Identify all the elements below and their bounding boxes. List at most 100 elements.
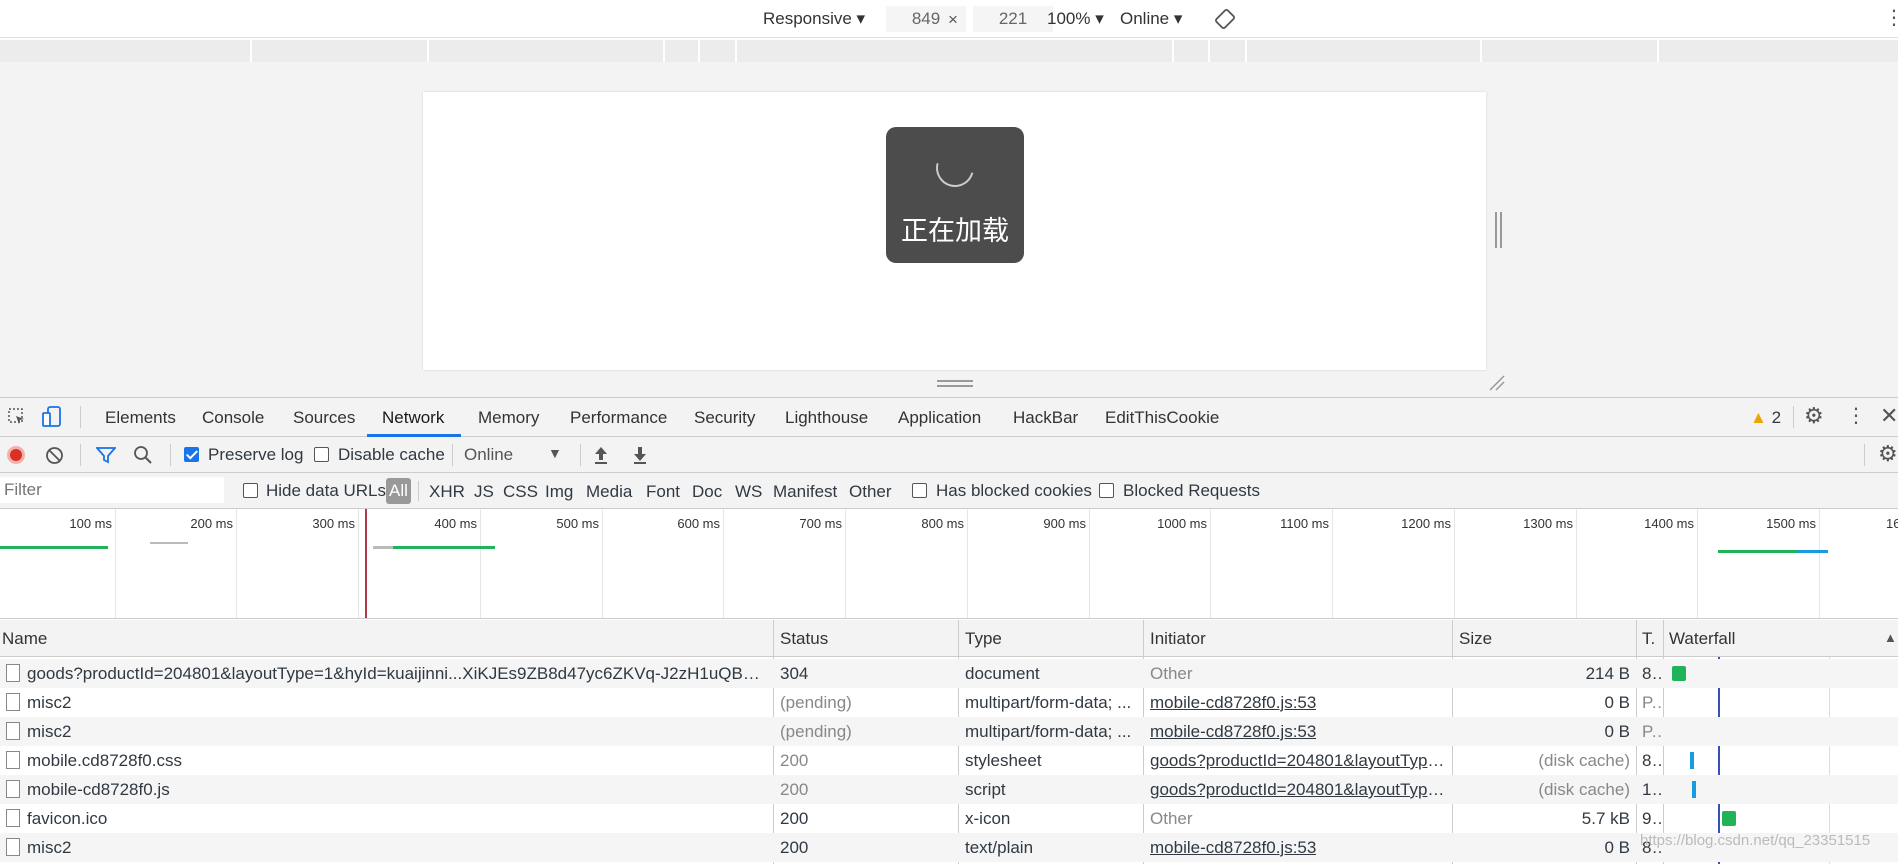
tab-hackbar[interactable]: HackBar <box>1013 408 1078 428</box>
filter-icon[interactable] <box>95 446 117 469</box>
filter-type-img[interactable]: Img <box>545 482 573 502</box>
table-row[interactable]: favicon.ico 200 x-icon Other 5.7 kB 9... <box>0 804 1898 833</box>
tab-editthiscookie[interactable]: EditThisCookie <box>1105 408 1219 428</box>
throttle-select[interactable]: Online ▾ <box>1120 9 1182 29</box>
disable-cache-checkbox[interactable] <box>314 447 329 462</box>
disable-cache-label: Disable cache <box>338 445 445 464</box>
tab-lighthouse[interactable]: Lighthouse <box>785 408 868 428</box>
tab-network[interactable]: Network <box>382 408 444 428</box>
media-query-segment[interactable] <box>735 40 737 62</box>
resize-corner-handle[interactable] <box>1488 374 1506 392</box>
column-header-type[interactable]: Type <box>965 629 1002 649</box>
gridline <box>845 509 846 618</box>
height-input[interactable]: 221 <box>973 6 1053 32</box>
filter-type-doc[interactable]: Doc <box>692 482 722 502</box>
request-initiator-link[interactable]: goods?productId=204801&layoutType... <box>1150 780 1446 800</box>
clear-icon[interactable] <box>45 446 64 470</box>
preserve-log-checkbox[interactable] <box>184 447 199 462</box>
export-har-icon[interactable] <box>631 445 649 470</box>
media-query-segment[interactable] <box>1657 40 1659 62</box>
filter-type-js[interactable]: JS <box>474 482 494 502</box>
hide-data-urls-checkbox[interactable] <box>243 483 258 498</box>
network-overview-timeline[interactable]: 100 ms 200 ms 300 ms 400 ms 500 ms 600 m… <box>0 509 1898 619</box>
gridline <box>723 509 724 618</box>
tab-application[interactable]: Application <box>898 408 981 428</box>
stylesheet-file-icon <box>6 751 20 769</box>
table-row[interactable]: misc2 200 text/plain mobile-cd8728f0.js:… <box>0 833 1898 862</box>
media-query-segment[interactable] <box>698 40 700 62</box>
filter-type-css[interactable]: CSS <box>503 482 538 502</box>
media-query-bar[interactable] <box>0 40 1898 62</box>
resize-height-handle[interactable] <box>937 380 973 387</box>
media-query-segment[interactable] <box>250 40 252 62</box>
tab-console[interactable]: Console <box>202 408 264 428</box>
column-header-initiator[interactable]: Initiator <box>1150 629 1206 649</box>
media-query-segment[interactable] <box>1480 40 1482 62</box>
column-header-name[interactable]: Name <box>2 629 47 649</box>
tick-label: 100 ms <box>69 516 112 531</box>
more-options-icon[interactable]: ⋮ <box>1884 8 1898 28</box>
document-file-icon <box>6 693 20 711</box>
column-header-waterfall[interactable]: Waterfall <box>1669 629 1735 649</box>
request-initiator-link[interactable]: mobile-cd8728f0.js:53 <box>1150 722 1316 742</box>
preserve-log-label: Preserve log <box>208 445 304 464</box>
request-initiator-link[interactable]: mobile-cd8728f0.js:53 <box>1150 693 1316 713</box>
filter-input[interactable] <box>0 477 224 503</box>
request-initiator-link[interactable]: mobile-cd8728f0.js:53 <box>1150 838 1316 858</box>
gridline <box>1089 509 1090 618</box>
media-query-segment[interactable] <box>663 40 665 62</box>
media-query-segment[interactable] <box>1172 40 1174 62</box>
tab-security[interactable]: Security <box>694 408 755 428</box>
media-query-segment[interactable] <box>427 40 429 62</box>
device-screen[interactable]: 正在加载 <box>423 92 1486 370</box>
table-row[interactable]: misc2 (pending) multipart/form-data; ...… <box>0 717 1898 746</box>
record-icon[interactable] <box>7 446 25 464</box>
tab-memory[interactable]: Memory <box>478 408 539 428</box>
close-devtools-icon[interactable]: ✕ <box>1880 405 1898 427</box>
settings-gear-icon[interactable]: ⚙ <box>1804 405 1824 427</box>
table-row[interactable]: misc2 (pending) multipart/form-data; ...… <box>0 688 1898 717</box>
table-row[interactable]: mobile.cd8728f0.css 200 stylesheet goods… <box>0 746 1898 775</box>
filter-type-manifest[interactable]: Manifest <box>773 482 837 502</box>
filter-type-media[interactable]: Media <box>586 482 632 502</box>
has-blocked-cookies-label: Has blocked cookies <box>936 481 1092 500</box>
media-query-segment[interactable] <box>1245 40 1247 62</box>
filter-type-font[interactable]: Font <box>646 482 680 502</box>
zoom-select[interactable]: 100% ▾ <box>1047 9 1104 29</box>
device-select[interactable]: Responsive ▾ <box>763 9 865 29</box>
network-throttle-select[interactable]: Online ▼ <box>464 445 562 465</box>
filter-type-other[interactable]: Other <box>849 482 892 502</box>
request-status: 304 <box>780 664 809 683</box>
device-toggle-icon[interactable] <box>42 406 62 433</box>
column-header-time[interactable]: T. <box>1642 629 1655 649</box>
search-icon[interactable] <box>133 445 153 470</box>
tab-elements[interactable]: Elements <box>105 408 176 428</box>
rotate-icon[interactable] <box>1214 8 1236 35</box>
blocked-requests-checkbox[interactable] <box>1099 483 1114 498</box>
toolbar-divider <box>580 444 581 466</box>
customize-menu-icon[interactable]: ⋮ <box>1846 405 1866 427</box>
column-header-size[interactable]: Size <box>1459 629 1492 649</box>
media-query-segment[interactable] <box>1208 40 1210 62</box>
has-blocked-cookies-checkbox[interactable] <box>912 483 927 498</box>
import-har-icon[interactable] <box>592 445 610 470</box>
gridline <box>1210 509 1211 618</box>
table-row[interactable]: goods?productId=204801&layoutType=1&hyId… <box>0 659 1898 688</box>
column-header-status[interactable]: Status <box>780 629 828 649</box>
table-row[interactable]: mobile-cd8728f0.js 200 script goods?prod… <box>0 775 1898 804</box>
inspect-element-icon[interactable] <box>7 407 27 432</box>
filter-type-xhr[interactable]: XHR <box>429 482 465 502</box>
tab-performance[interactable]: Performance <box>570 408 667 428</box>
filter-type-ws[interactable]: WS <box>735 482 762 502</box>
request-initiator-link[interactable]: goods?productId=204801&layoutType... <box>1150 751 1446 771</box>
request-type: multipart/form-data; ... <box>965 722 1132 741</box>
resize-width-handle[interactable] <box>1495 212 1502 248</box>
image-file-icon <box>6 809 20 827</box>
filter-type-all[interactable]: All <box>386 478 411 504</box>
tick-label: 200 ms <box>190 516 233 531</box>
sort-ascending-icon[interactable]: ▲ <box>1884 630 1897 645</box>
overview-request-bar <box>150 542 188 544</box>
tab-sources[interactable]: Sources <box>293 408 355 428</box>
network-settings-gear-icon[interactable]: ⚙ <box>1878 442 1898 466</box>
warnings-indicator[interactable]: ▲ 2 <box>1750 408 1781 428</box>
